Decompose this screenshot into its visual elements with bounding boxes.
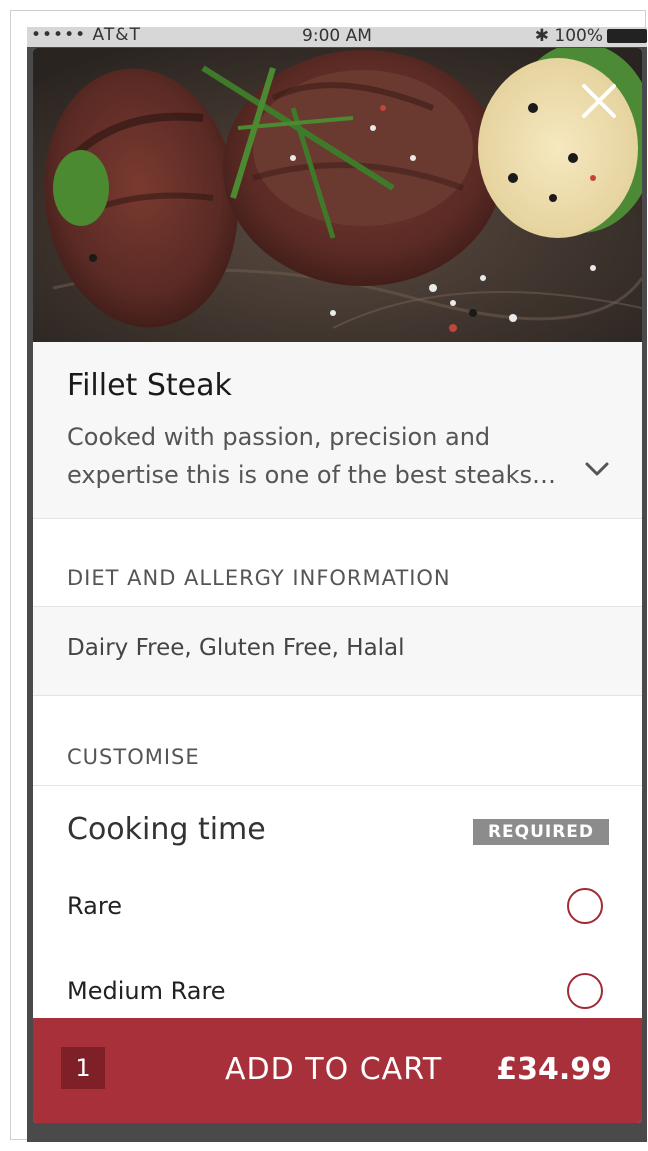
diet-info-value: Dairy Free, Gluten Free, Halal	[67, 635, 405, 661]
customise-heading: CUSTOMISE	[67, 745, 200, 769]
close-icon[interactable]	[576, 78, 622, 124]
chevron-down-icon[interactable]	[584, 460, 610, 478]
steak-photo	[33, 48, 642, 342]
radio-rare[interactable]	[567, 888, 603, 924]
description-line-2: expertise this is one of the best steaks…	[67, 461, 557, 489]
product-title: Fillet Steak	[67, 368, 232, 403]
battery-icon	[607, 29, 647, 43]
radio-medium-rare[interactable]	[567, 973, 603, 1009]
product-image	[33, 48, 642, 342]
required-badge: REQUIRED	[473, 819, 609, 845]
option-label-medium-rare: Medium Rare	[67, 977, 226, 1005]
divider	[33, 785, 642, 786]
product-modal: Fillet Steak Cooked with passion, precis…	[33, 48, 642, 1123]
add-to-cart-label: ADD TO CART	[225, 1052, 443, 1087]
description-line-1: Cooked with passion, precision and	[67, 423, 491, 451]
product-description: Cooked with passion, precision and exper…	[67, 418, 567, 494]
diet-heading: DIET AND ALLERGY INFORMATION	[67, 566, 451, 590]
battery-percent: ✱ 100%	[534, 26, 603, 46]
add-to-cart-button[interactable]: 1 ADD TO CART £34.99	[33, 1018, 642, 1123]
product-info: Fillet Steak Cooked with passion, precis…	[33, 342, 642, 519]
quantity-badge[interactable]: 1	[61, 1047, 105, 1089]
status-bar: ••••• AT&T 9:00 AM ✱ 100%	[27, 25, 647, 47]
option-group-title: Cooking time	[67, 812, 266, 847]
diet-info-row: Dairy Free, Gluten Free, Halal	[33, 606, 642, 696]
cart-price: £34.99	[496, 1052, 612, 1087]
option-label-rare: Rare	[67, 892, 122, 920]
